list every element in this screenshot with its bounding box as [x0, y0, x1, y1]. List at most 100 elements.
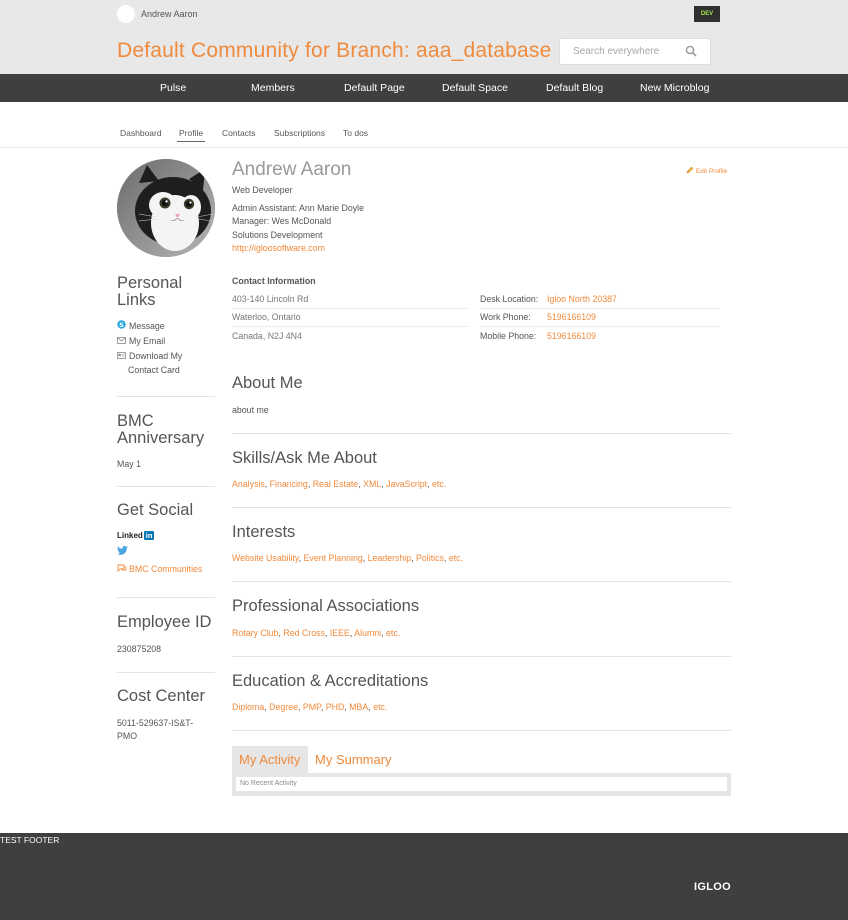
section-divider [232, 433, 731, 434]
section-divider [232, 581, 731, 582]
cat-photo-image [117, 159, 215, 257]
admin-assistant: Admin Assistant: Ann Marie Doyle [232, 203, 365, 213]
employee-id-value: 230875208 [117, 644, 162, 654]
tag-link[interactable]: Leadership [368, 553, 412, 563]
main-nav: Pulse Members Default Page Default Space… [0, 74, 848, 102]
work-phone-link[interactable]: 5196166109 [547, 312, 596, 322]
tag-link[interactable]: JavaScript [386, 479, 427, 489]
tag-link[interactable]: Real Estate [313, 479, 358, 489]
user-name-link[interactable]: Andrew Aaron [141, 9, 198, 19]
footer-text: TEST FOOTER [0, 835, 60, 845]
tab-subscriptions[interactable]: Subscriptions [274, 128, 325, 141]
tag-link[interactable]: Red Cross [283, 628, 325, 638]
profile-name: Andrew Aaron [232, 159, 352, 180]
section-divider [232, 656, 731, 657]
nav-item-members[interactable]: Members [251, 74, 295, 102]
skills-heading: Skills/Ask Me About [232, 449, 377, 467]
contact-info-heading: Contact Information [232, 276, 316, 286]
contact-divider [480, 326, 720, 327]
tag-link[interactable]: MBA [349, 702, 368, 712]
site-header: Default Community for Branch: aaa_databa… [0, 28, 848, 74]
download-contact-card-link[interactable]: Download My [117, 351, 182, 361]
message-link[interactable]: S Message [117, 320, 165, 331]
envelope-icon [117, 336, 127, 346]
nav-item-default-blog[interactable]: Default Blog [546, 74, 603, 102]
tab-dashboard[interactable]: Dashboard [120, 128, 162, 141]
mobile-phone-label: Mobile Phone: [480, 331, 537, 341]
search-input[interactable] [560, 39, 680, 64]
tag-link[interactable]: Financing [270, 479, 308, 489]
personal-links-heading: Personal Links [117, 274, 183, 309]
address-line-1: 403-140 Lincoln Rd [232, 294, 309, 304]
search-icon[interactable] [685, 45, 697, 57]
tab-my-summary[interactable]: My Summary [315, 752, 392, 767]
tag-link[interactable]: Alumni [354, 628, 381, 638]
search-box [559, 38, 711, 65]
pencil-icon [686, 166, 694, 174]
tab-my-activity[interactable]: My Activity [239, 752, 300, 767]
tag-link[interactable]: Diploma [232, 702, 264, 712]
tag-link[interactable]: IEEE [330, 628, 350, 638]
contact-divider [232, 326, 468, 327]
tag-link[interactable]: Website Usability [232, 553, 299, 563]
interests-heading: Interests [232, 523, 296, 541]
twitter-link[interactable] [117, 546, 128, 557]
user-avatar[interactable] [117, 5, 135, 23]
chat-bubble-icon [117, 564, 127, 574]
tag-link[interactable]: Degree [269, 702, 298, 712]
website-link[interactable]: http://igloosoftware.com [232, 243, 325, 253]
associations-list: Rotary Club, Red Cross, IEEE, Alumni, et… [232, 628, 400, 638]
cost-center-heading: Cost Center [117, 687, 206, 705]
tag-link[interactable]: etc. [432, 479, 446, 489]
nav-item-new-microblog[interactable]: New Microblog [640, 74, 709, 102]
tag-link[interactable]: PMP [303, 702, 321, 712]
skype-icon: S [117, 320, 127, 331]
sidebar-divider [117, 486, 215, 487]
desk-location-link[interactable]: Igloo North 20387 [547, 294, 617, 304]
bmc-communities-link[interactable]: BMC Communities [117, 564, 202, 574]
profile-photo [117, 159, 215, 257]
top-user-bar: Andrew Aaron DEV [0, 0, 848, 28]
cost-center-value-line2: PMO [117, 731, 138, 741]
tab-contacts[interactable]: Contacts [222, 128, 256, 141]
about-me-heading: About Me [232, 374, 303, 392]
linkedin-link[interactable]: Linked in [117, 531, 155, 540]
tag-link[interactable]: etc. [449, 553, 463, 563]
section-divider [232, 730, 731, 731]
igloo-logo[interactable]: IGLOO [694, 881, 731, 893]
get-social-heading: Get Social [117, 501, 194, 519]
skills-list: Analysis, Financing, Real Estate, XML, J… [232, 479, 446, 489]
mobile-phone-link[interactable]: 5196166109 [547, 331, 596, 341]
nav-item-default-space[interactable]: Default Space [442, 74, 508, 102]
anniversary-heading: BMC Anniversary [117, 412, 205, 447]
download-contact-card-link-line2[interactable]: Contact Card [128, 365, 180, 375]
site-title[interactable]: Default Community for Branch: aaa_databa… [117, 39, 551, 63]
section-divider [232, 507, 731, 508]
tag-link[interactable]: Rotary Club [232, 628, 278, 638]
contact-divider [232, 308, 468, 309]
contact-card-icon [117, 351, 127, 361]
edit-profile-link[interactable]: Edit Profile [686, 166, 727, 175]
email-link[interactable]: My Email [117, 336, 165, 346]
associations-heading: Professional Associations [232, 597, 420, 615]
tag-link[interactable]: Politics [416, 553, 444, 563]
sidebar-divider [117, 672, 215, 673]
tab-todos[interactable]: To dos [343, 128, 368, 141]
nav-item-default-page[interactable]: Default Page [344, 74, 405, 102]
nav-item-pulse[interactable]: Pulse [160, 74, 186, 102]
tag-link[interactable]: XML [363, 479, 381, 489]
education-list: Diploma, Degree, PMP, PHD, MBA, etc. [232, 702, 387, 712]
tag-link[interactable]: PHD [326, 702, 345, 712]
sidebar-divider [117, 396, 215, 397]
tag-link[interactable]: etc. [386, 628, 400, 638]
work-phone-label: Work Phone: [480, 312, 531, 322]
education-heading: Education & Accreditations [232, 672, 429, 690]
tag-link[interactable]: Event Planning [304, 553, 363, 563]
tab-profile[interactable]: Profile [177, 128, 206, 142]
page-footer: TEST FOOTER IGLOO [0, 833, 848, 920]
tag-link[interactable]: etc. [373, 702, 387, 712]
tag-link[interactable]: Analysis [232, 479, 265, 489]
job-title: Web Developer [232, 185, 293, 195]
about-me-text: about me [232, 405, 269, 415]
anniversary-value: May 1 [117, 459, 141, 469]
